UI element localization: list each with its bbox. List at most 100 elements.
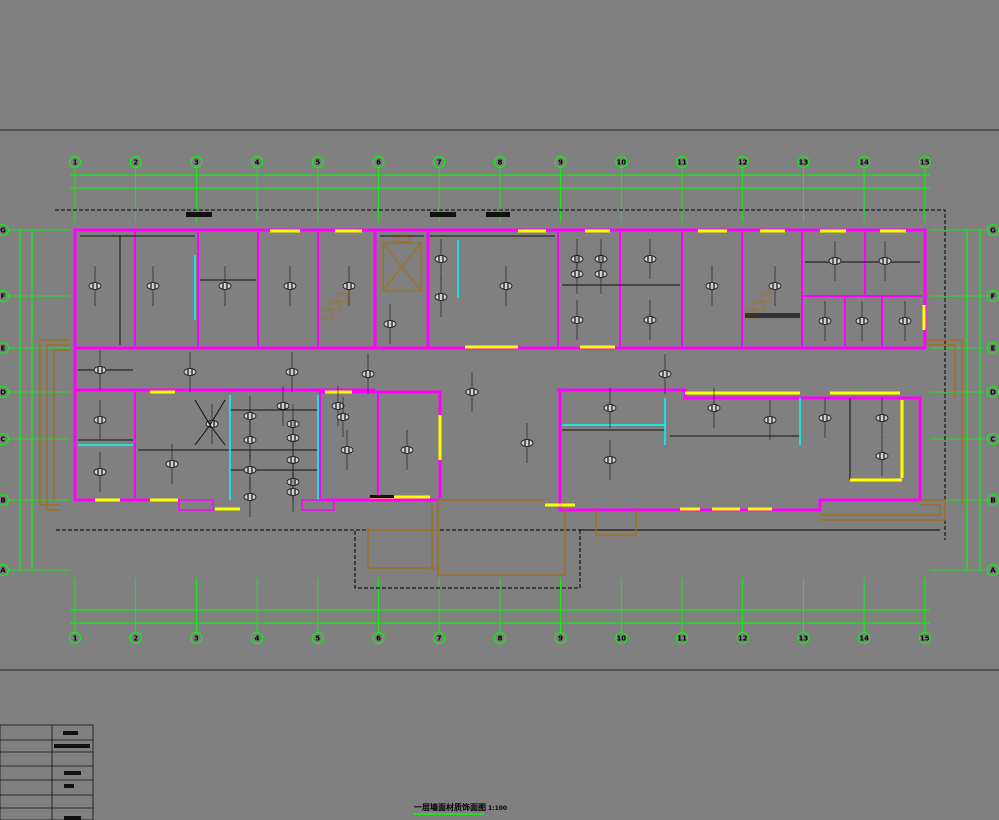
ceiling-light-icon bbox=[434, 239, 448, 279]
grid-bubble-col-14-bottom: 14 bbox=[858, 632, 871, 644]
grid-bubble-col-8-bottom: 8 bbox=[493, 632, 506, 644]
grid-bubble-label: 11 bbox=[677, 635, 687, 643]
grid-bubble-col-11-top: 11 bbox=[676, 156, 688, 168]
ceiling-light-icon bbox=[875, 398, 889, 438]
ceiling-light-icon bbox=[286, 472, 300, 512]
ceiling-light-icon bbox=[400, 430, 414, 470]
ceiling-light-icon bbox=[898, 301, 912, 341]
label-blocks bbox=[178, 212, 510, 511]
ceiling-light-icon bbox=[342, 266, 356, 306]
fixture-body bbox=[336, 413, 350, 421]
fixture-body bbox=[658, 370, 672, 378]
grid-bubble-col-6-bottom: 6 bbox=[372, 632, 385, 644]
elevator-shaft-icon bbox=[382, 236, 422, 292]
fixture-body bbox=[331, 402, 345, 410]
grid-bubble-label: D bbox=[0, 389, 6, 397]
fixture-body bbox=[243, 466, 257, 474]
grid-bubble-col-1-top: 1 bbox=[69, 156, 81, 168]
ceiling-light-icon bbox=[818, 301, 832, 341]
ceiling-light-icon bbox=[520, 423, 534, 463]
grid-bubble-col-12-bottom: 12 bbox=[736, 632, 749, 644]
grid-bubble-row-A-left: A bbox=[0, 564, 9, 576]
grid-bubble-col-2-top: 2 bbox=[129, 156, 142, 168]
grid-bubble-row-G-left: G bbox=[0, 224, 9, 236]
grid-bubble-label: A bbox=[990, 567, 996, 575]
partitions bbox=[134, 232, 922, 498]
ceiling-light-icon bbox=[705, 266, 719, 306]
fixture-body bbox=[705, 282, 719, 290]
grid-bubble-label: 8 bbox=[497, 159, 502, 167]
grid-bubble-label: 2 bbox=[133, 159, 138, 167]
grid-bubble-label: E bbox=[991, 345, 996, 353]
drawing-title: 一层墙面材质饰面图 1:100 bbox=[414, 802, 507, 815]
ceiling-light-icon bbox=[855, 301, 869, 341]
grid-bubble-label: 8 bbox=[497, 635, 502, 643]
ceiling-light-icon bbox=[603, 440, 617, 480]
grid-bubble-col-4-top: 4 bbox=[251, 156, 264, 168]
grid-bubble-row-D-left: D bbox=[0, 386, 9, 398]
grid-bubble-col-3-bottom: 3 bbox=[190, 632, 203, 644]
ceiling-light-icon bbox=[93, 400, 107, 440]
grid-bubble-label: 14 bbox=[859, 159, 869, 167]
grid-bubble-label: 9 bbox=[558, 159, 563, 167]
ceiling-light-icon bbox=[205, 404, 219, 444]
grid-bubble-label: 15 bbox=[920, 635, 930, 643]
fixture-body bbox=[93, 416, 107, 424]
grid-bubble-label: G bbox=[990, 227, 996, 235]
ceiling-light-icon bbox=[276, 386, 290, 426]
fixture-body bbox=[361, 370, 375, 378]
grid-lines bbox=[8, 168, 990, 632]
grid-bubble-col-13-top: 13 bbox=[797, 156, 810, 168]
drawing-scale-text: 1:100 bbox=[488, 805, 507, 812]
grid-bubble-label: 1 bbox=[73, 159, 78, 167]
grid-bubble-col-15-top: 15 bbox=[918, 156, 931, 168]
fixture-body bbox=[768, 282, 782, 290]
grid-bubble-label: F bbox=[991, 293, 996, 301]
grid-bubble-label: 5 bbox=[315, 635, 320, 643]
grid-bubble-row-G-right: G bbox=[987, 224, 999, 236]
fixture-body bbox=[499, 282, 513, 290]
grid-bubble-col-6-top: 6 bbox=[372, 156, 385, 168]
grid-bubble-label: 11 bbox=[677, 159, 687, 167]
ceiling-light-icon bbox=[763, 400, 777, 440]
fixture-body bbox=[283, 282, 297, 290]
grid-bubble-col-14-top: 14 bbox=[858, 156, 871, 168]
ceiling-light-icon bbox=[434, 277, 448, 317]
grid-bubble-row-F-left: F bbox=[0, 290, 9, 302]
floor-plan-canvas: 1122334455667788991010111112121313141415… bbox=[0, 129, 999, 820]
fixture-body bbox=[570, 270, 584, 278]
exterior-walls bbox=[73, 228, 927, 512]
grid-bubble-col-11-bottom: 11 bbox=[676, 632, 688, 644]
grid-bubble-col-5-bottom: 5 bbox=[311, 632, 324, 644]
ceiling-light-icon bbox=[465, 372, 479, 412]
ceiling-light-icon bbox=[218, 266, 232, 306]
fixture-body bbox=[165, 460, 179, 468]
fixture-body bbox=[434, 293, 448, 301]
room-dividers bbox=[78, 235, 920, 480]
grid-bubble-label: E bbox=[1, 345, 6, 353]
grid-bubble-label: 7 bbox=[437, 635, 442, 643]
grid-bubble-label: 6 bbox=[376, 635, 381, 643]
fixture-body bbox=[383, 320, 397, 328]
fixture-body bbox=[183, 368, 197, 376]
grid-bubble-col-10-top: 10 bbox=[615, 156, 628, 168]
fixture-body bbox=[434, 255, 448, 263]
grid-bubble-col-9-bottom: 9 bbox=[554, 632, 567, 644]
grid-bubble-label: 15 bbox=[920, 159, 930, 167]
fixture-body bbox=[763, 416, 777, 424]
grid-bubble-col-1-bottom: 1 bbox=[69, 632, 81, 644]
grid-bubble-label: 3 bbox=[194, 635, 199, 643]
ceiling-light-icon bbox=[875, 436, 889, 476]
title-block-fields bbox=[54, 731, 90, 820]
ceiling-light-icon bbox=[243, 477, 257, 517]
grid-bubble-col-10-bottom: 10 bbox=[615, 632, 628, 644]
fixture-body bbox=[898, 317, 912, 325]
fixture-body bbox=[603, 456, 617, 464]
grid-bubble-label: 3 bbox=[194, 159, 199, 167]
grid-bubble-label: G bbox=[0, 227, 6, 235]
fixture-body bbox=[243, 412, 257, 420]
fixture-body bbox=[286, 488, 300, 496]
ceiling-light-icon bbox=[361, 354, 375, 394]
fixture-body bbox=[520, 439, 534, 447]
grid-bubble-col-13-bottom: 13 bbox=[797, 632, 810, 644]
